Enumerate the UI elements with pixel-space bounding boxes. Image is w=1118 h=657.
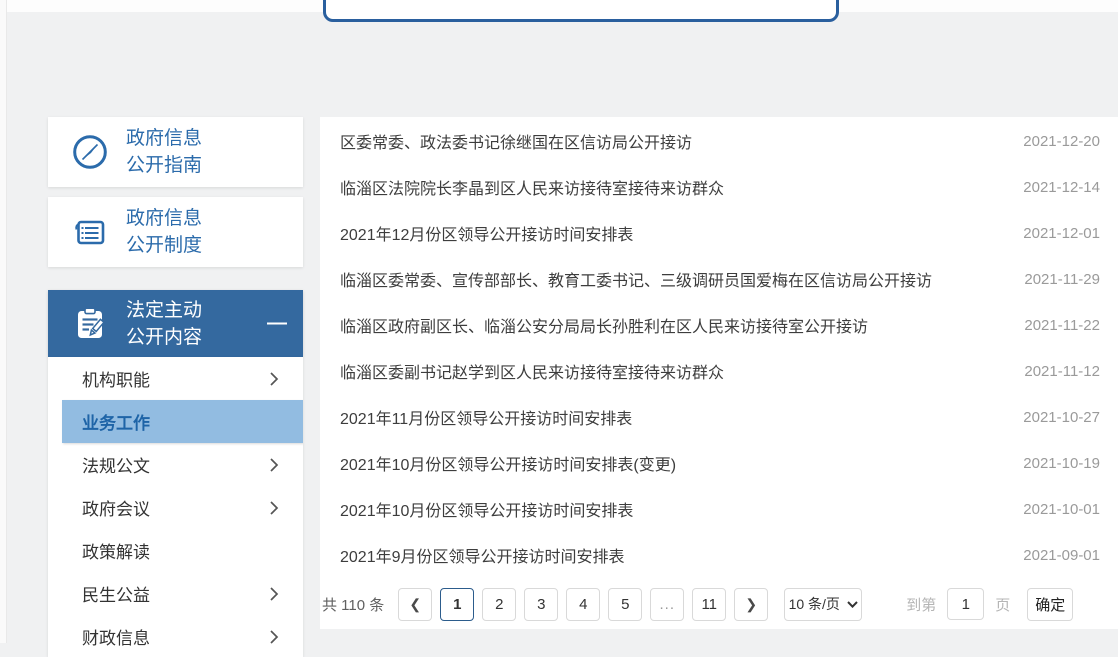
article-row[interactable]: 2021年11月份区领导公开接访时间安排表 2021-10-27 <box>320 394 1118 440</box>
chevron-right-icon <box>269 371 279 387</box>
menu-item-label: 政策解读 <box>82 538 150 563</box>
collapse-minus-icon[interactable]: — <box>267 312 287 335</box>
article-date: 2021-12-20 <box>1011 133 1100 150</box>
search-icon[interactable] <box>799 0 827 3</box>
article-title-link[interactable]: 2021年12月份区领导公开接访时间安排表 <box>340 221 633 245</box>
article-title-link[interactable]: 临淄区法院院长李晶到区人民来访接待室接待来访群众 <box>340 175 724 199</box>
article-row[interactable]: 2021年12月份区领导公开接访时间安排表 2021-12-01 <box>320 210 1118 256</box>
goto-page-unit-label: 页 <box>995 594 1010 615</box>
sidebar-menu-item[interactable]: 财政信息 <box>48 615 303 657</box>
article-date: 2021-11-12 <box>1012 363 1100 380</box>
sidebar-item-disclosure-system[interactable]: 政府信息 公开制度 <box>48 197 303 267</box>
page-left-edge <box>0 0 7 643</box>
article-title-link[interactable]: 2021年10月份区领导公开接访时间安排表(变更) <box>340 451 676 475</box>
goto-page-input[interactable] <box>947 588 984 620</box>
menu-item-label: 业务工作 <box>82 409 150 434</box>
sidebar-section-label: 法定主动 公开内容 <box>126 297 202 351</box>
article-row[interactable]: 临淄区委常委、宣传部部长、教育工委书记、三级调研员国爱梅在区信访局公开接访 20… <box>320 256 1118 302</box>
page-button[interactable]: 11 <box>692 588 726 621</box>
article-row[interactable]: 2021年10月份区领导公开接访时间安排表(变更) 2021-10-19 <box>320 440 1118 486</box>
article-date: 2021-12-01 <box>1011 225 1100 242</box>
page-button[interactable]: 4 <box>566 588 600 621</box>
article-row[interactable]: 区委常委、政法委书记徐继国在区信访局公开接访 2021-12-20 <box>320 118 1118 164</box>
article-title-link[interactable]: 2021年10月份区领导公开接访时间安排表 <box>340 497 633 521</box>
page-button[interactable]: 5 <box>608 588 642 621</box>
article-row[interactable]: 临淄区法院院长李晶到区人民来访接待室接待来访群众 2021-12-14 <box>320 164 1118 210</box>
sidebar-section-legal-disclosure[interactable]: 法定主动 公开内容 — <box>48 290 303 357</box>
menu-item-label: 法规公文 <box>82 452 150 477</box>
next-page-button[interactable]: ❯ <box>734 588 768 621</box>
menu-item-label: 财政信息 <box>82 624 150 649</box>
article-date: 2021-12-14 <box>1011 179 1100 196</box>
article-row[interactable]: 临淄区委副书记赵学到区人民来访接待室接待来访群众 2021-11-12 <box>320 348 1118 394</box>
menu-item-label: 民生公益 <box>82 581 150 606</box>
page-ellipsis[interactable]: ... <box>650 588 684 621</box>
chevron-right-icon <box>269 500 279 516</box>
sidebar-menu-item[interactable]: 政府会议 <box>48 486 303 529</box>
compass-icon <box>70 132 110 172</box>
sidebar-menu-item[interactable]: 业务工作 <box>62 400 303 443</box>
search-bar[interactable] <box>323 0 839 22</box>
page-button[interactable]: 2 <box>482 588 516 621</box>
article-title-link[interactable]: 2021年9月份区领导公开接访时间安排表 <box>340 543 625 567</box>
article-title-link[interactable]: 区委常委、政法委书记徐继国在区信访局公开接访 <box>340 129 692 153</box>
article-row[interactable]: 2021年9月份区领导公开接访时间安排表 2021-09-01 <box>320 532 1118 578</box>
sidebar-menu-item[interactable]: 机构职能 <box>48 357 303 400</box>
sidebar-menu-item[interactable]: 政策解读 <box>48 529 303 572</box>
clipboard-pen-icon <box>70 304 110 344</box>
article-row[interactable]: 2021年10月份区领导公开接访时间安排表 2021-10-01 <box>320 486 1118 532</box>
article-list-panel: 区委常委、政法委书记徐继国在区信访局公开接访 2021-12-20 临淄区法院院… <box>320 117 1118 629</box>
sidebar-item-disclosure-guide[interactable]: 政府信息 公开指南 <box>48 117 303 187</box>
sidebar-menu: 机构职能 业务工作 法规公文 政府会议 政策解读 民生公益 财政信息 <box>48 357 303 657</box>
menu-item-label: 机构职能 <box>82 366 150 391</box>
sidebar-item-label: 政府信息 公开制度 <box>126 205 202 259</box>
chevron-right-icon <box>269 457 279 473</box>
menu-item-label: 政府会议 <box>82 495 150 520</box>
page-number-list: 12345...11 <box>440 588 734 621</box>
page-size-value: 10 条/页 <box>789 594 840 614</box>
article-date: 2021-11-22 <box>1012 317 1100 334</box>
search-input[interactable] <box>336 0 776 21</box>
sidebar-item-label: 政府信息 公开指南 <box>126 125 202 179</box>
total-count-label: 共 110 条 <box>322 594 384 615</box>
article-list: 区委常委、政法委书记徐继国在区信访局公开接访 2021-12-20 临淄区法院院… <box>320 118 1118 578</box>
article-date: 2021-09-01 <box>1011 547 1100 564</box>
chevron-down-icon <box>847 601 858 608</box>
article-title-link[interactable]: 2021年11月份区领导公开接访时间安排表 <box>340 405 632 429</box>
goto-page-label: 到第 <box>906 594 936 615</box>
article-date: 2021-10-01 <box>1011 501 1100 518</box>
sidebar-menu-item[interactable]: 法规公文 <box>48 443 303 486</box>
article-date: 2021-10-27 <box>1011 409 1100 426</box>
pagination-bar: 共 110 条 ❮ 12345...11 ❯ 10 条/页 到第 页 确定 <box>322 587 1118 621</box>
confirm-button[interactable]: 确定 <box>1027 588 1073 621</box>
chevron-right-icon <box>269 586 279 602</box>
article-row[interactable]: 临淄区政府副区长、临淄公安分局局长孙胜利在区人民来访接待室公开接访 2021-1… <box>320 302 1118 348</box>
document-lines-icon <box>70 212 110 252</box>
page-size-select[interactable]: 10 条/页 <box>784 588 862 621</box>
chevron-right-icon <box>269 629 279 645</box>
article-title-link[interactable]: 临淄区委副书记赵学到区人民来访接待室接待来访群众 <box>340 359 724 383</box>
page-button[interactable]: 1 <box>440 588 474 621</box>
page-button[interactable]: 3 <box>524 588 558 621</box>
article-title-link[interactable]: 临淄区委常委、宣传部部长、教育工委书记、三级调研员国爱梅在区信访局公开接访 <box>340 267 932 291</box>
sidebar-menu-item[interactable]: 民生公益 <box>48 572 303 615</box>
prev-page-button[interactable]: ❮ <box>398 588 432 621</box>
article-title-link[interactable]: 临淄区政府副区长、临淄公安分局局长孙胜利在区人民来访接待室公开接访 <box>340 313 868 337</box>
article-date: 2021-10-19 <box>1011 455 1100 472</box>
article-date: 2021-11-29 <box>1012 271 1100 288</box>
